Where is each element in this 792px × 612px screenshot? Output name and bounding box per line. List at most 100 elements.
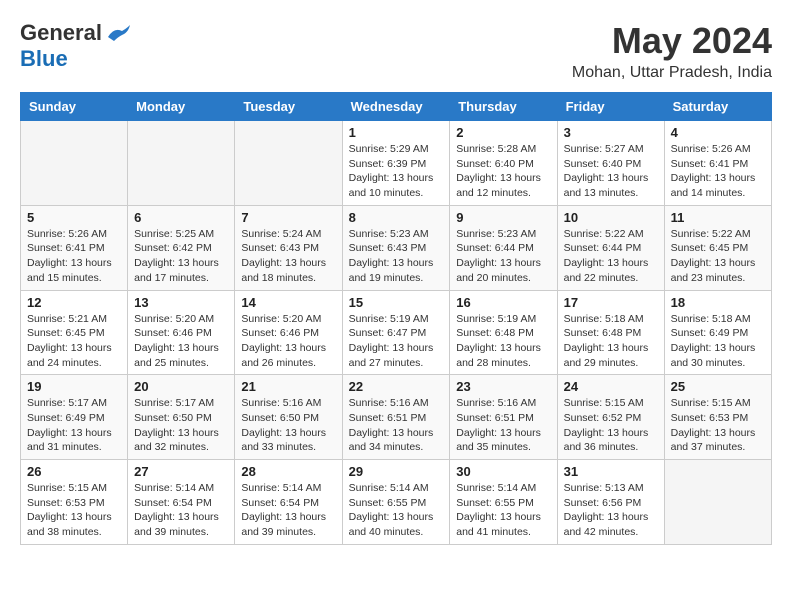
day-info: Sunrise: 5:15 AM Sunset: 6:53 PM Dayligh… [671,396,765,455]
day-info: Sunrise: 5:18 AM Sunset: 6:48 PM Dayligh… [564,312,658,371]
logo-blue: Blue [20,46,68,72]
logo-bird-icon [104,23,132,43]
day-number: 30 [456,464,550,479]
day-info: Sunrise: 5:22 AM Sunset: 6:44 PM Dayligh… [564,227,658,286]
calendar-day-12: 12 Sunrise: 5:21 AM Sunset: 6:45 PM Dayli… [21,290,128,375]
day-info: Sunrise: 5:26 AM Sunset: 6:41 PM Dayligh… [671,142,765,201]
day-number: 12 [27,295,121,310]
month-title: May 2024 [572,20,772,62]
calendar-day-22: 22 Sunrise: 5:16 AM Sunset: 6:51 PM Dayli… [342,375,450,460]
day-number: 15 [349,295,444,310]
day-info: Sunrise: 5:24 AM Sunset: 6:43 PM Dayligh… [241,227,335,286]
calendar-day-5: 5 Sunrise: 5:26 AM Sunset: 6:41 PM Daylig… [21,205,128,290]
day-info: Sunrise: 5:22 AM Sunset: 6:45 PM Dayligh… [671,227,765,286]
day-info: Sunrise: 5:23 AM Sunset: 6:43 PM Dayligh… [349,227,444,286]
day-number: 16 [456,295,550,310]
calendar-header-sunday: Sunday [21,93,128,121]
day-number: 20 [134,379,228,394]
logo: General Blue [20,20,132,72]
calendar-day-empty [664,460,771,545]
calendar-day-empty [21,121,128,206]
day-info: Sunrise: 5:25 AM Sunset: 6:42 PM Dayligh… [134,227,228,286]
day-number: 6 [134,210,228,225]
day-info: Sunrise: 5:16 AM Sunset: 6:51 PM Dayligh… [349,396,444,455]
day-info: Sunrise: 5:16 AM Sunset: 6:51 PM Dayligh… [456,396,550,455]
calendar-day-13: 13 Sunrise: 5:20 AM Sunset: 6:46 PM Dayli… [128,290,235,375]
day-info: Sunrise: 5:15 AM Sunset: 6:53 PM Dayligh… [27,481,121,540]
calendar-header-monday: Monday [128,93,235,121]
calendar-day-7: 7 Sunrise: 5:24 AM Sunset: 6:43 PM Daylig… [235,205,342,290]
title-section: May 2024 Mohan, Uttar Pradesh, India [572,20,772,82]
calendar-day-28: 28Sunrise: 5:14 AM Sunset: 6:54 PM Dayli… [235,460,342,545]
page-header: General Blue May 2024 Mohan, Uttar Prade… [20,20,772,82]
calendar-header-tuesday: Tuesday [235,93,342,121]
day-number: 5 [27,210,121,225]
day-number: 22 [349,379,444,394]
day-info: Sunrise: 5:19 AM Sunset: 6:47 PM Dayligh… [349,312,444,371]
calendar-header-saturday: Saturday [664,93,771,121]
calendar-day-30: 30Sunrise: 5:14 AM Sunset: 6:55 PM Dayli… [450,460,557,545]
day-number: 4 [671,125,765,140]
calendar-day-17: 17 Sunrise: 5:18 AM Sunset: 6:48 PM Dayli… [557,290,664,375]
day-number: 17 [564,295,658,310]
day-info: Sunrise: 5:15 AM Sunset: 6:52 PM Dayligh… [564,396,658,455]
calendar-header-row: SundayMondayTuesdayWednesdayThursdayFrid… [21,93,772,121]
day-number: 23 [456,379,550,394]
day-number: 9 [456,210,550,225]
calendar-day-23: 23 Sunrise: 5:16 AM Sunset: 6:51 PM Dayli… [450,375,557,460]
day-info: Sunrise: 5:21 AM Sunset: 6:45 PM Dayligh… [27,312,121,371]
day-info: Sunrise: 5:19 AM Sunset: 6:48 PM Dayligh… [456,312,550,371]
calendar-week-5: 26 Sunrise: 5:15 AM Sunset: 6:53 PM Dayli… [21,460,772,545]
day-number: 27 [134,464,228,479]
calendar-week-1: 1Sunrise: 5:29 AM Sunset: 6:39 PM Daylig… [21,121,772,206]
day-number: 11 [671,210,765,225]
day-number: 24 [564,379,658,394]
calendar-day-empty [235,121,342,206]
location-title: Mohan, Uttar Pradesh, India [572,64,772,82]
day-number: 19 [27,379,121,394]
day-number: 31 [564,464,658,479]
day-number: 7 [241,210,335,225]
calendar-header-thursday: Thursday [450,93,557,121]
logo-general: General [20,20,102,46]
calendar-header-wednesday: Wednesday [342,93,450,121]
day-info: Sunrise: 5:13 AM Sunset: 6:56 PM Dayligh… [564,481,658,540]
calendar-day-16: 16 Sunrise: 5:19 AM Sunset: 6:48 PM Dayli… [450,290,557,375]
day-number: 21 [241,379,335,394]
day-number: 13 [134,295,228,310]
day-info: Sunrise: 5:27 AM Sunset: 6:40 PM Dayligh… [564,142,658,201]
calendar-day-24: 24 Sunrise: 5:15 AM Sunset: 6:52 PM Dayli… [557,375,664,460]
calendar-day-20: 20 Sunrise: 5:17 AM Sunset: 6:50 PM Dayli… [128,375,235,460]
calendar-day-6: 6 Sunrise: 5:25 AM Sunset: 6:42 PM Daylig… [128,205,235,290]
day-number: 8 [349,210,444,225]
day-info: Sunrise: 5:17 AM Sunset: 6:50 PM Dayligh… [134,396,228,455]
day-info: Sunrise: 5:26 AM Sunset: 6:41 PM Dayligh… [27,227,121,286]
day-number: 18 [671,295,765,310]
day-info: Sunrise: 5:18 AM Sunset: 6:49 PM Dayligh… [671,312,765,371]
day-number: 26 [27,464,121,479]
calendar-week-3: 12 Sunrise: 5:21 AM Sunset: 6:45 PM Dayli… [21,290,772,375]
day-info: Sunrise: 5:29 AM Sunset: 6:39 PM Dayligh… [349,142,444,201]
calendar-day-26: 26 Sunrise: 5:15 AM Sunset: 6:53 PM Dayli… [21,460,128,545]
day-info: Sunrise: 5:14 AM Sunset: 6:55 PM Dayligh… [349,481,444,540]
day-number: 3 [564,125,658,140]
day-info: Sunrise: 5:16 AM Sunset: 6:50 PM Dayligh… [241,396,335,455]
day-number: 14 [241,295,335,310]
day-info: Sunrise: 5:20 AM Sunset: 6:46 PM Dayligh… [134,312,228,371]
day-number: 2 [456,125,550,140]
calendar-day-18: 18 Sunrise: 5:18 AM Sunset: 6:49 PM Dayli… [664,290,771,375]
calendar-day-3: 3 Sunrise: 5:27 AM Sunset: 6:40 PM Daylig… [557,121,664,206]
calendar-week-2: 5 Sunrise: 5:26 AM Sunset: 6:41 PM Daylig… [21,205,772,290]
calendar-day-29: 29Sunrise: 5:14 AM Sunset: 6:55 PM Dayli… [342,460,450,545]
calendar-day-19: 19 Sunrise: 5:17 AM Sunset: 6:49 PM Dayli… [21,375,128,460]
calendar-day-9: 9Sunrise: 5:23 AM Sunset: 6:44 PM Daylig… [450,205,557,290]
calendar-day-27: 27Sunrise: 5:14 AM Sunset: 6:54 PM Dayli… [128,460,235,545]
calendar-day-empty [128,121,235,206]
day-info: Sunrise: 5:20 AM Sunset: 6:46 PM Dayligh… [241,312,335,371]
day-info: Sunrise: 5:17 AM Sunset: 6:49 PM Dayligh… [27,396,121,455]
calendar-day-25: 25Sunrise: 5:15 AM Sunset: 6:53 PM Dayli… [664,375,771,460]
day-number: 10 [564,210,658,225]
calendar-day-1: 1Sunrise: 5:29 AM Sunset: 6:39 PM Daylig… [342,121,450,206]
day-info: Sunrise: 5:28 AM Sunset: 6:40 PM Dayligh… [456,142,550,201]
calendar-day-31: 31 Sunrise: 5:13 AM Sunset: 6:56 PM Dayli… [557,460,664,545]
